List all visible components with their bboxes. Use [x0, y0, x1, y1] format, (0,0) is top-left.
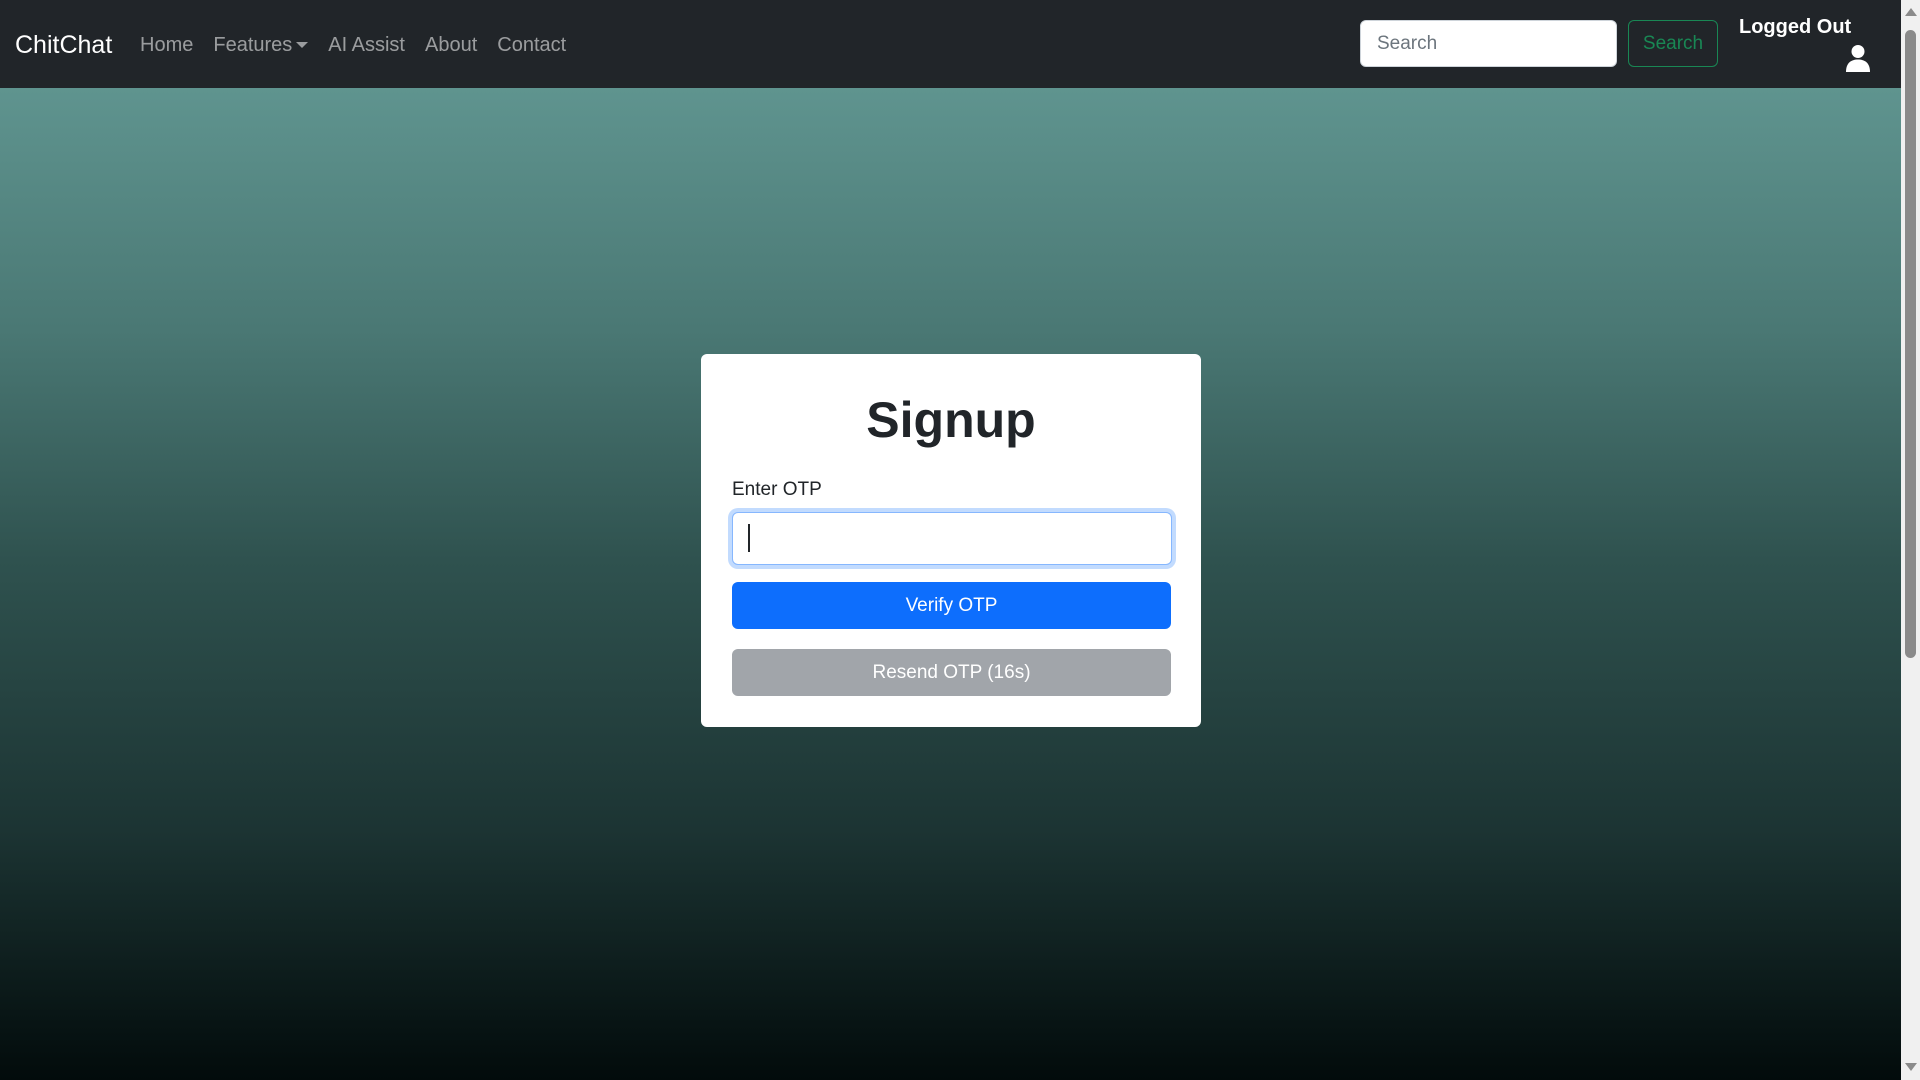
- scroll-down-arrow-icon[interactable]: [1905, 1063, 1917, 1071]
- caret-down-icon: [296, 42, 309, 48]
- nav-links: Home Features AI Assist About Contact: [140, 30, 586, 60]
- login-status: Logged Out: [1739, 16, 1852, 38]
- scroll-up-arrow-icon[interactable]: [1905, 8, 1917, 16]
- nav-link-about[interactable]: About: [425, 30, 477, 60]
- navbar: ChitChat Home Features AI Assist About C…: [0, 0, 1901, 88]
- verify-otp-button[interactable]: Verify OTP: [732, 582, 1171, 629]
- signup-card: Signup Enter OTP Verify OTP Resend OTP (…: [701, 354, 1201, 727]
- page-title: Signup: [866, 392, 1036, 448]
- text-cursor: [748, 524, 750, 552]
- nav-link-home[interactable]: Home: [140, 30, 193, 60]
- resend-otp-button: Resend OTP (16s): [732, 649, 1171, 696]
- otp-label: Enter OTP: [732, 479, 822, 500]
- search-button[interactable]: Search: [1628, 20, 1718, 67]
- user-icon[interactable]: [1845, 44, 1871, 72]
- brand-logo[interactable]: ChitChat: [15, 30, 112, 60]
- scrollbar[interactable]: [1901, 0, 1920, 1080]
- nav-link-features[interactable]: Features: [213, 30, 309, 60]
- nav-link-contact[interactable]: Contact: [497, 30, 566, 60]
- otp-input[interactable]: [732, 512, 1172, 565]
- search-input[interactable]: [1360, 20, 1617, 67]
- scrollbar-thumb[interactable]: [1905, 30, 1916, 658]
- nav-link-features-label: Features: [213, 34, 293, 56]
- nav-link-ai-assist[interactable]: AI Assist: [328, 30, 405, 60]
